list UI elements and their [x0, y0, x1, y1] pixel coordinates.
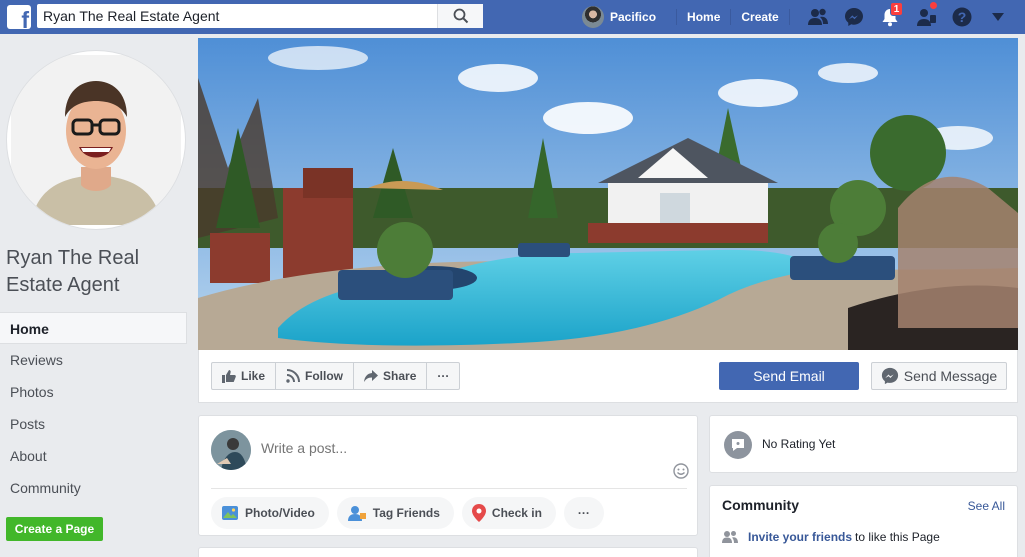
more-options-button[interactable]: ··· — [563, 497, 604, 529]
nav-home-link[interactable]: Home — [687, 10, 720, 24]
page-profile-picture[interactable] — [6, 50, 186, 230]
rating-card: No Rating Yet — [709, 415, 1018, 473]
check-in-label: Check in — [491, 506, 542, 520]
help-button[interactable]: ? — [944, 0, 980, 34]
search-button[interactable] — [437, 4, 483, 28]
post-composer: Photo/Video Tag Friends Check in ··· — [198, 415, 698, 536]
nav-profile-link[interactable]: Pacifico — [582, 0, 666, 34]
avatar — [582, 6, 604, 28]
page-sidebar-nav: Home Reviews Photos Posts About Communit… — [0, 312, 187, 504]
notification-badge: 1 — [889, 2, 904, 16]
people-icon — [722, 531, 738, 543]
divider — [211, 488, 687, 489]
like-icon — [222, 370, 236, 383]
rating-status: No Rating Yet — [762, 437, 836, 451]
caret-down-icon — [991, 13, 1004, 21]
invite-friends-row: Invite your friends to like this Page — [722, 530, 940, 544]
photo-video-label: Photo/Video — [245, 506, 315, 520]
community-title: Community — [722, 497, 799, 513]
composer-actions: Photo/Video Tag Friends Check in ··· — [211, 497, 612, 529]
send-message-label: Send Message — [903, 368, 998, 384]
create-page-button[interactable]: Create a Page — [6, 517, 103, 541]
sidebar-item-community[interactable]: Community — [0, 472, 187, 504]
follow-label: Follow — [305, 369, 344, 383]
friend-requests-icon — [916, 9, 936, 26]
search-icon — [453, 8, 468, 24]
friends-button[interactable] — [800, 0, 836, 34]
page-action-bar: Like Follow Share ··· Send Email Send Me… — [198, 350, 1018, 403]
more-actions-button[interactable]: ··· — [427, 363, 459, 389]
sidebar-item-photos[interactable]: Photos — [0, 376, 187, 408]
nav-right: Pacifico Home Create 1 ? — [582, 0, 1016, 34]
post-input[interactable] — [261, 440, 661, 456]
facebook-logo-icon[interactable]: f — [7, 5, 31, 29]
send-message-button[interactable]: Send Message — [871, 362, 1007, 390]
user-name: Pacifico — [610, 10, 657, 24]
follow-button[interactable]: Follow — [276, 363, 355, 389]
rss-icon — [286, 369, 301, 383]
nav-create-link[interactable]: Create — [741, 10, 778, 24]
share-icon — [364, 370, 379, 382]
feed-card — [198, 547, 698, 557]
divider — [676, 9, 678, 25]
see-all-link[interactable]: See All — [968, 499, 1005, 513]
avatar — [211, 430, 251, 470]
sidebar-item-posts[interactable]: Posts — [0, 408, 187, 440]
account-menu-button[interactable] — [980, 0, 1016, 34]
invite-friends-link[interactable]: Invite your friends — [748, 530, 852, 544]
page-title: Ryan The Real Estate Agent — [6, 247, 140, 296]
send-email-button[interactable]: Send Email — [719, 362, 859, 390]
sidebar-item-reviews[interactable]: Reviews — [0, 344, 187, 376]
friends-icon — [807, 8, 828, 25]
messenger-icon — [844, 8, 863, 26]
smiley-icon[interactable] — [673, 463, 689, 479]
sidebar-item-about[interactable]: About — [0, 440, 187, 472]
photo-icon — [222, 506, 238, 520]
community-card: Community See All Invite your friends to… — [709, 485, 1018, 557]
divider — [730, 9, 732, 25]
sidebar-item-home[interactable]: Home — [0, 312, 187, 344]
photo-video-button[interactable]: Photo/Video — [211, 497, 329, 529]
top-navigation-bar: f Pacifico Home Create 1 ? — [0, 0, 1025, 34]
profile-photo — [11, 55, 181, 225]
check-in-button[interactable]: Check in — [461, 497, 556, 529]
page-actions-group: Like Follow Share ··· — [211, 362, 461, 390]
share-button[interactable]: Share — [354, 363, 428, 389]
search-box — [37, 4, 483, 28]
cover-photo[interactable] — [198, 38, 1018, 350]
like-button[interactable]: Like — [212, 363, 277, 389]
share-label: Share — [383, 369, 417, 383]
divider — [788, 9, 790, 25]
friend-requests-button[interactable] — [908, 0, 944, 34]
notification-dot — [928, 1, 938, 10]
svg-text:?: ? — [957, 9, 966, 25]
location-pin-icon — [471, 504, 486, 522]
cover-image — [198, 38, 1018, 350]
help-icon: ? — [952, 7, 972, 27]
notifications-button[interactable]: 1 — [872, 0, 908, 34]
messenger-icon — [881, 367, 898, 385]
like-label: Like — [241, 369, 266, 383]
tag-friends-button[interactable]: Tag Friends — [336, 497, 454, 529]
tag-icon — [347, 506, 366, 521]
invite-text: to like this Page — [855, 530, 940, 544]
tag-friends-label: Tag Friends — [372, 506, 440, 520]
messenger-button[interactable] — [836, 0, 872, 34]
search-input[interactable] — [37, 4, 437, 28]
review-icon — [724, 431, 752, 459]
